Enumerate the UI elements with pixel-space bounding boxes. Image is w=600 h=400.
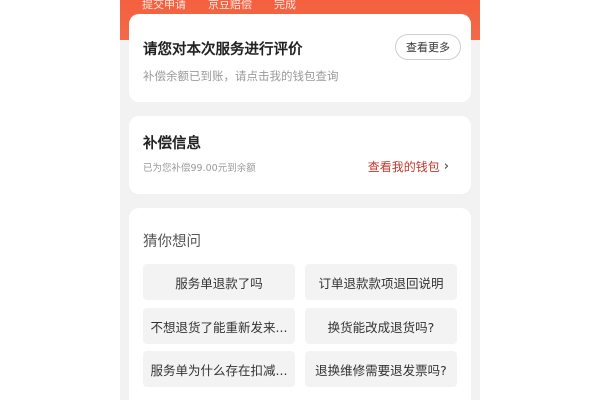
rating-card: 请您对本次服务进行评价 补偿余额已到账，请点击我的钱包查询 查看更多	[129, 14, 471, 102]
compensation-title: 补偿信息	[143, 136, 201, 152]
faq-question-button[interactable]: 换货能改成退货吗?	[305, 308, 457, 344]
rating-title: 请您对本次服务进行评价	[143, 42, 303, 58]
view-wallet-link[interactable]: 查看我的钱包 ›	[368, 158, 449, 175]
view-wallet-label: 查看我的钱包	[367, 160, 440, 174]
progress-steps: 提交申请 京豆赔偿 完成	[120, 0, 480, 11]
faq-title: 猜你想问	[143, 234, 201, 250]
rating-subtitle: 补偿余额已到账，请点击我的钱包查询	[143, 69, 339, 83]
faq-card: 猜你想问 服务单退款了吗 订单退款款项退回说明 不想退货了能重新发来... 换货…	[129, 208, 471, 400]
phone-screen: 提交申请 京豆赔偿 完成 请您对本次服务进行评价 补偿余额已到账，请点击我的钱包…	[120, 0, 480, 400]
faq-question-button[interactable]: 订单退款款项退回说明	[305, 264, 457, 300]
chevron-right-icon: ›	[443, 159, 449, 174]
step-compensation: 京豆赔偿	[208, 0, 252, 11]
faq-question-button[interactable]: 退换维修需要退发票吗?	[305, 351, 457, 387]
faq-question-button[interactable]: 不想退货了能重新发来...	[143, 308, 295, 344]
faq-question-button[interactable]: 服务单退款了吗	[143, 264, 295, 300]
compensation-card: 补偿信息 已为您补偿99.00元到余额 查看我的钱包 ›	[129, 116, 471, 194]
step-done: 完成	[274, 0, 296, 11]
faq-question-button[interactable]: 服务单为什么存在扣减...	[143, 351, 295, 387]
compensation-detail: 已为您补偿99.00元到余额	[143, 163, 256, 174]
view-more-button[interactable]: 查看更多	[395, 34, 461, 60]
step-submit: 提交申请	[142, 0, 186, 11]
